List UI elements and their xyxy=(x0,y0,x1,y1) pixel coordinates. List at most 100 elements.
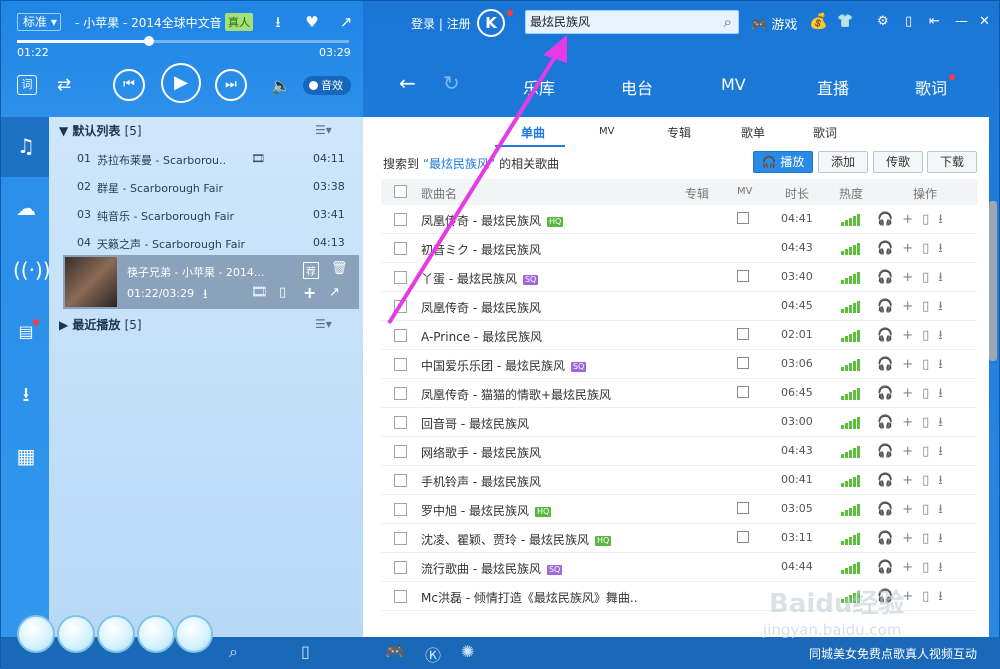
col-mv[interactable]: MV xyxy=(737,186,752,197)
mv-film-icon[interactable] xyxy=(737,270,749,282)
download-button[interactable]: 下载 xyxy=(927,151,977,173)
download-icon[interactable]: ⭳ xyxy=(938,444,952,459)
download-icon[interactable]: ⭳ xyxy=(938,212,952,227)
mv-film-icon[interactable] xyxy=(737,328,749,340)
song-title[interactable]: 初音ミク - 最炫民族风 xyxy=(421,241,541,258)
subtab-mv[interactable]: MV xyxy=(599,126,614,137)
download-icon[interactable]: ⭳ xyxy=(938,589,952,604)
add-icon[interactable]: + xyxy=(902,386,922,401)
row-checkbox[interactable] xyxy=(394,300,407,313)
table-row[interactable]: 凤凰传奇 - 最炫民族风 HQ 04:41 🎧+▯⭳ xyxy=(381,205,977,234)
list-menu-icon[interactable]: ☰▾ xyxy=(315,317,332,331)
headphone-icon[interactable]: 🎧 xyxy=(877,241,902,256)
k-logo-icon[interactable]: Ⓚ xyxy=(425,642,441,666)
download-icon[interactable]: ⭳ xyxy=(938,415,952,430)
song-title[interactable]: 流行歌曲 - 最炫民族风 SQ xyxy=(421,560,563,577)
row-checkbox[interactable] xyxy=(394,271,407,284)
headphone-icon[interactable]: 🎧 xyxy=(877,299,902,314)
song-title[interactable]: 沈凌、瞿颖、贾玲 - 最炫民族风 HQ xyxy=(421,531,612,548)
playlist-track[interactable]: 01 苏拉布莱曼 - Scarborou.. 🎞 04:11 xyxy=(49,145,363,173)
minimize-icon[interactable]: — xyxy=(955,14,968,29)
mv-film-icon[interactable] xyxy=(737,357,749,369)
add-icon[interactable]: + xyxy=(902,299,922,314)
add-icon[interactable]: + xyxy=(902,560,922,575)
download-icon[interactable]: ⭳ xyxy=(938,357,952,372)
current-track-item[interactable]: 筷子兄弟 - 小苹果 - 2014... 荐 🗑 01:22/03:29 ⭳ 🎞… xyxy=(63,255,359,309)
headphone-icon[interactable]: 🎧 xyxy=(877,357,902,372)
download-icon[interactable]: ⭳ xyxy=(938,473,952,488)
play-button[interactable]: ▶ xyxy=(161,63,201,103)
headphone-icon[interactable]: 🎧 xyxy=(877,502,902,517)
back-arrow-icon[interactable]: ← xyxy=(399,71,416,95)
tab-live[interactable]: 直播 xyxy=(817,75,849,99)
mobile-icon[interactable]: ▯ xyxy=(922,212,938,227)
mobile-icon[interactable]: ▯ xyxy=(279,285,286,300)
mobile-icon[interactable]: ▯ xyxy=(922,241,938,256)
apps-grid-icon[interactable]: ▦ xyxy=(13,443,39,469)
row-checkbox[interactable] xyxy=(394,474,407,487)
table-row[interactable]: 罗中旭 - 最炫民族风 HQ 03:05 🎧+▯⭳ xyxy=(381,495,977,524)
mv-film-icon[interactable] xyxy=(737,531,749,543)
default-list-header[interactable]: ▼ 默认列表 [5] xyxy=(59,122,142,139)
select-all-checkbox[interactable] xyxy=(394,185,407,198)
song-title[interactable]: 回音哥 - 最炫民族风 xyxy=(421,415,529,432)
download-tray-icon[interactable]: ⭳ xyxy=(13,381,39,407)
table-row[interactable]: 中国爱乐乐团 - 最炫民族风 SQ 03:06 🎧+▯⭳ xyxy=(381,350,977,379)
add-icon[interactable]: + xyxy=(902,270,922,285)
mobile-icon[interactable]: ▯ xyxy=(922,589,938,604)
col-popularity[interactable]: 热度 xyxy=(839,185,863,202)
list-menu-icon[interactable]: ☰▾ xyxy=(315,123,332,137)
add-icon[interactable]: + xyxy=(902,473,922,488)
mini-mode-icon[interactable]: ⇤ xyxy=(929,14,940,29)
tab-radio[interactable]: 电台 xyxy=(621,75,653,99)
register-link[interactable]: 注册 xyxy=(447,17,471,31)
skin-tshirt-icon[interactable]: 👕 xyxy=(837,14,853,29)
mv-film-icon[interactable] xyxy=(737,386,749,398)
row-checkbox[interactable] xyxy=(394,445,407,458)
add-icon[interactable]: + xyxy=(303,283,316,302)
row-checkbox[interactable] xyxy=(394,503,407,516)
search-input[interactable]: 最炫民族风 ⌕ xyxy=(525,10,739,34)
search-icon[interactable]: ⌕ xyxy=(724,13,732,31)
download-icon[interactable]: ⭳ xyxy=(938,502,952,517)
add-icon[interactable]: + xyxy=(902,241,922,256)
song-title[interactable]: 凤凰传奇 - 最炫民族风 HQ xyxy=(421,212,564,229)
radio-signal-icon[interactable]: ((·)) xyxy=(13,257,51,283)
row-checkbox[interactable] xyxy=(394,532,407,545)
table-row[interactable]: A-Prince - 最炫民族风 02:01 🎧+▯⭳ xyxy=(381,321,977,350)
money-bag-icon[interactable]: 💰 xyxy=(809,12,828,30)
tab-library[interactable]: 乐库 xyxy=(523,75,555,99)
subtab-albums[interactable]: 专辑 xyxy=(667,124,691,141)
mobile-icon[interactable]: ▯ xyxy=(922,473,938,488)
headphone-icon[interactable]: 🎧 xyxy=(877,415,902,430)
playlist-track[interactable]: 04 天籁之声 - Scarborough Fair 04:13 xyxy=(49,229,363,257)
mobile-icon[interactable]: ▯ xyxy=(922,386,938,401)
add-icon[interactable]: + xyxy=(902,328,922,343)
col-duration[interactable]: 时长 xyxy=(785,185,809,202)
games-button[interactable]: 🎮 游戏 xyxy=(751,14,797,33)
song-title[interactable]: 中国爱乐乐团 - 最炫民族风 SQ xyxy=(421,357,587,374)
table-row[interactable]: 初音ミク - 最炫民族风 04:43 🎧+▯⭳ xyxy=(381,234,977,263)
mobile-icon[interactable]: ▯ xyxy=(922,415,938,430)
row-checkbox[interactable] xyxy=(394,590,407,603)
mobile-icon[interactable]: ▯ xyxy=(922,299,938,314)
mobile-icon[interactable]: ▯ xyxy=(922,502,938,517)
headphone-icon[interactable]: 🎧 xyxy=(877,560,902,575)
row-checkbox[interactable] xyxy=(394,329,407,342)
download-icon[interactable]: ⭳ xyxy=(938,531,952,546)
close-icon[interactable]: ✕ xyxy=(979,14,990,29)
share-icon[interactable]: ↗ xyxy=(337,13,355,31)
song-title[interactable]: 凤凰传奇 - 最炫民族风 xyxy=(421,299,541,316)
row-checkbox[interactable] xyxy=(394,358,407,371)
music-note-icon[interactable]: ♫ xyxy=(13,133,39,159)
tab-mv[interactable]: MV xyxy=(721,75,746,94)
mobile-icon[interactable]: ▯ xyxy=(922,531,938,546)
mobile-icon[interactable]: ▯ xyxy=(922,444,938,459)
progress-bar[interactable] xyxy=(17,40,349,43)
playlist-track[interactable]: 03 纯音乐 - Scarborough Fair 03:41 xyxy=(49,201,363,229)
results-scrollbar[interactable] xyxy=(989,201,997,361)
effect-toggle[interactable]: 音效 xyxy=(303,76,351,95)
song-title[interactable]: 网络歌手 - 最炫民族风 xyxy=(421,444,541,461)
headphone-icon[interactable]: 🎧 xyxy=(877,444,902,459)
add-icon[interactable]: + xyxy=(902,415,922,430)
